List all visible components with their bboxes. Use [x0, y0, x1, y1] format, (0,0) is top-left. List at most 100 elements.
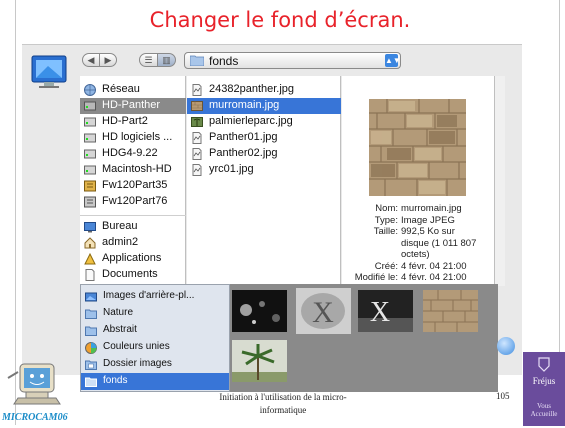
file-item[interactable]: yrc01.jpg	[187, 162, 341, 178]
slide-title: Changer le fond d’écran.	[149, 8, 411, 32]
drawer-item-label: Couleurs unies	[103, 341, 170, 352]
info-key: Nom:	[375, 203, 398, 214]
desktop-preferences-icon	[31, 55, 67, 88]
firewire-drive-icon	[84, 196, 96, 208]
sidebar-item-applications[interactable]: Applications	[80, 251, 186, 267]
info-type: Image JPEG	[401, 214, 455, 226]
image-thumbnail-icon	[191, 101, 203, 111]
sidebar-item-hdg4[interactable]: HDG4-9.22	[80, 146, 186, 162]
frejus-logo: Fréjus Vous Accueille	[523, 352, 565, 426]
sidebar-item-fw120part35[interactable]: Fw120Part35	[80, 178, 186, 194]
info-key: Modifié le:	[354, 272, 398, 283]
page-number: 105	[496, 391, 510, 401]
drawer-item-label: Images d'arrière-pl...	[103, 290, 195, 301]
file-item[interactable]: Panther02.jpg	[187, 146, 341, 162]
thumbnail-panther-x-dark[interactable]: X	[358, 290, 413, 332]
column-view-button[interactable]: ▥	[157, 53, 176, 67]
drawer-item-fonds[interactable]: fonds	[81, 373, 229, 390]
scrollbar[interactable]	[495, 76, 505, 286]
folder-icon	[85, 326, 97, 336]
thumbnail-stone-wall[interactable]	[423, 290, 478, 332]
collections-drawer: Images d'arrière-pl... Nature Abstrait C…	[80, 284, 230, 392]
popup-arrows-icon: ▲▼	[385, 54, 401, 67]
hard-drive-icon	[84, 149, 96, 159]
image-preview	[369, 99, 466, 196]
thumbnail-panther-x-light[interactable]: X	[296, 288, 351, 334]
sidebar-item-label: Réseau	[102, 83, 140, 95]
file-item[interactable]: Panther01.jpg	[187, 130, 341, 146]
sidebar-item-label: admin2	[102, 236, 139, 248]
jpeg-file-icon	[192, 84, 202, 96]
desktop-icon	[84, 222, 96, 233]
drawer-item-label: fonds	[103, 375, 128, 386]
thumbnail-grid: X X	[230, 284, 498, 392]
help-button[interactable]	[497, 337, 515, 355]
jpeg-file-icon	[192, 148, 202, 160]
globe-icon	[84, 84, 96, 96]
logo-emblem-icon	[538, 357, 550, 372]
folder-icon	[190, 55, 204, 66]
drawer-item-abstrait[interactable]: Abstrait	[81, 322, 229, 339]
sidebar-item-bureau[interactable]: Bureau	[80, 219, 186, 235]
sidebar-item-reseau[interactable]: Réseau	[80, 82, 186, 98]
sidebar-item-hd-part2[interactable]: HD-Part2	[80, 114, 186, 130]
sidebar-item-admin2[interactable]: admin2	[80, 235, 186, 251]
svg-text:X: X	[312, 296, 334, 329]
info-modified: 4 févr. 04 21:00	[401, 272, 467, 283]
file-label: 24382panther.jpg	[209, 83, 295, 95]
logo-text: Fréjus	[532, 376, 556, 386]
hard-drive-icon	[84, 133, 96, 143]
drawer-item-desktop-pictures[interactable]: Images d'arrière-pl...	[81, 288, 229, 305]
firewire-drive-icon	[84, 180, 96, 192]
file-info: Nom: murromain.jpg Type: Image JPEG Taille…	[348, 203, 477, 284]
sidebar-item-label: Fw120Part76	[102, 195, 168, 207]
slide-footer: Initiation à l'utilisation de la micro-i…	[219, 392, 347, 415]
hard-drive-icon	[84, 117, 96, 127]
sidebar-item-hd-panther[interactable]: HD-Panther	[80, 98, 186, 114]
file-item[interactable]: 24382panther.jpg	[187, 82, 341, 98]
thumbnail-palm-tree[interactable]	[232, 340, 287, 382]
sidebar-item-label: Bureau	[102, 220, 138, 232]
sidebar-item-label: Fw120Part35	[102, 179, 168, 191]
sidebar-column: Réseau HD-Panther HD-Part2 HD logiciels …	[80, 76, 186, 286]
images-icon	[85, 292, 97, 302]
image-thumbnail-icon	[191, 117, 203, 127]
file-label: palmierleparc.jpg	[209, 115, 293, 127]
document-icon	[85, 269, 95, 281]
sidebar-item-label: Documents	[102, 268, 158, 280]
sidebar-item-documents[interactable]: Documents	[80, 267, 186, 283]
back-button[interactable]: ◀	[82, 53, 100, 67]
sidebar-item-label: HD-Panther	[102, 99, 161, 111]
sidebar-item-macintosh-hd[interactable]: Macintosh-HD	[80, 162, 186, 178]
drawer-item-nature[interactable]: Nature	[81, 305, 229, 322]
folder-icon	[85, 377, 97, 387]
applications-icon	[84, 253, 96, 265]
sidebar-item-label: Applications	[102, 252, 162, 264]
file-item-selected[interactable]: murromain.jpg	[187, 98, 341, 114]
sidebar-item-hd-logiciels[interactable]: HD logiciels ...	[80, 130, 186, 146]
path-popup[interactable]: fonds ▲▼	[184, 52, 401, 69]
files-column: 24382panther.jpg murromain.jpg palmierle…	[187, 76, 341, 286]
drawer-item-couleurs-unies[interactable]: Couleurs unies	[81, 339, 229, 356]
drawer-item-label: Dossier images	[103, 358, 172, 369]
file-label: Panther02.jpg	[209, 147, 278, 159]
info-created: 4 févr. 04 21:00	[401, 260, 467, 272]
jpeg-file-icon	[192, 132, 202, 144]
file-item[interactable]: palmierleparc.jpg	[187, 114, 341, 130]
jpeg-file-icon	[192, 164, 202, 176]
sidebar-item-fw120part76[interactable]: Fw120Part76	[80, 194, 186, 210]
forward-button[interactable]: ▶	[99, 53, 117, 67]
drawer-item-dossier-images[interactable]: Dossier images	[81, 356, 229, 373]
sidebar-item-label: Macintosh-HD	[102, 163, 172, 175]
mascot-label: MICROCAM06	[2, 412, 68, 423]
svg-text:X: X	[370, 297, 390, 328]
sidebar-item-label: HD-Part2	[102, 115, 148, 127]
color-wheel-icon	[85, 342, 97, 354]
info-key: Type:	[374, 214, 398, 226]
sidebar-item-label: HD logiciels ...	[102, 131, 173, 143]
hard-drive-icon	[84, 165, 96, 175]
thumbnail-dark[interactable]	[232, 290, 287, 332]
sidebar-item-label: HDG4-9.22	[102, 147, 158, 159]
list-view-button[interactable]: ☰	[139, 53, 158, 67]
folder-icon	[85, 309, 97, 319]
